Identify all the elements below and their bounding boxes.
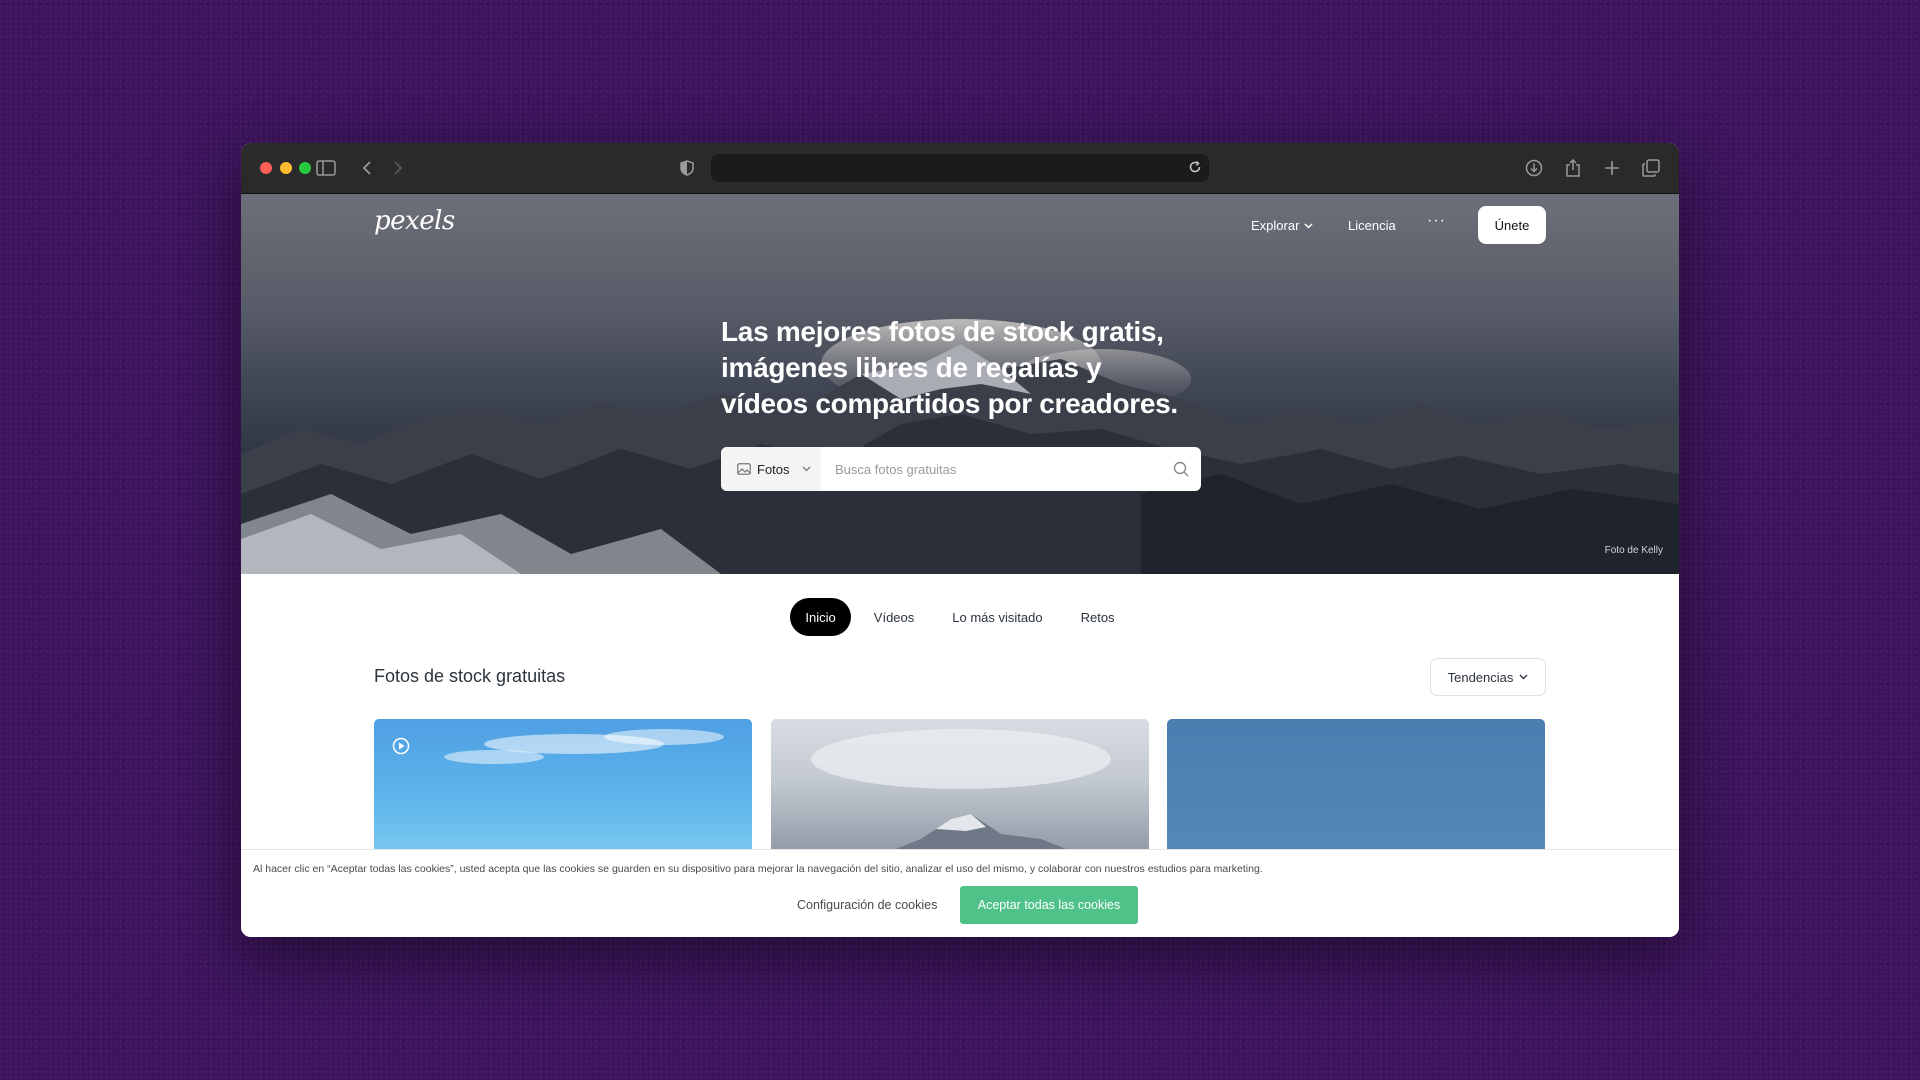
- minimize-window-button[interactable]: [280, 162, 292, 174]
- join-button[interactable]: Únete: [1478, 206, 1546, 244]
- reload-icon[interactable]: [1187, 159, 1203, 180]
- download-icon[interactable]: [1522, 156, 1546, 180]
- photo-card[interactable]: [1167, 719, 1545, 859]
- search-input[interactable]: [821, 460, 1161, 478]
- hero-banner: pexels Explorar Licencia ··· Únete Las m…: [241, 194, 1679, 574]
- accept-all-cookies-button[interactable]: Aceptar todas las cookies: [960, 886, 1138, 924]
- chevron-down-icon: [1304, 222, 1313, 229]
- more-menu-button[interactable]: ···: [1427, 212, 1446, 230]
- search-type-label: Fotos: [757, 461, 790, 477]
- tab-retos[interactable]: Retos: [1066, 598, 1130, 636]
- licencia-link[interactable]: Licencia: [1348, 218, 1396, 233]
- back-icon[interactable]: [355, 156, 379, 180]
- sidebar-icon[interactable]: [314, 156, 338, 180]
- sky-clouds-image: [444, 729, 724, 764]
- hero-title: Las mejores fotos de stock gratis, imáge…: [721, 316, 1178, 419]
- cookie-banner: Al hacer clic en “Aceptar todas las cook…: [241, 849, 1679, 937]
- tabs-overview-icon[interactable]: [1639, 156, 1663, 180]
- forward-icon[interactable]: [386, 156, 410, 180]
- tab-inicio[interactable]: Inicio: [790, 598, 851, 636]
- explorar-label: Explorar: [1251, 218, 1300, 233]
- image-icon: [737, 463, 751, 475]
- tab-lo-mas-visitado[interactable]: Lo más visitado: [937, 598, 1057, 636]
- photo-card[interactable]: [771, 719, 1149, 859]
- cookie-settings-link[interactable]: Configuración de cookies: [797, 898, 937, 912]
- content-tabs: Inicio Vídeos Lo más visitado Retos: [241, 598, 1679, 636]
- search-bar: Fotos: [721, 447, 1201, 491]
- browser-window: pexels Explorar Licencia ··· Únete Las m…: [241, 143, 1679, 937]
- close-window-button[interactable]: [260, 162, 272, 174]
- chevron-down-icon: [1519, 674, 1528, 680]
- shield-icon[interactable]: [675, 156, 699, 180]
- play-icon: [392, 737, 410, 760]
- tab-videos[interactable]: Vídeos: [859, 598, 929, 636]
- explorar-menu[interactable]: Explorar: [1251, 218, 1313, 233]
- zoom-window-button[interactable]: [299, 162, 311, 174]
- sort-dropdown[interactable]: Tendencias: [1430, 658, 1546, 696]
- pexels-logo[interactable]: pexels: [374, 206, 455, 236]
- share-icon[interactable]: [1561, 156, 1585, 180]
- sort-label: Tendencias: [1447, 669, 1514, 685]
- browser-toolbar: [241, 143, 1679, 194]
- search-icon[interactable]: [1161, 461, 1201, 477]
- photo-card[interactable]: [374, 719, 752, 859]
- chevron-down-icon: [802, 466, 810, 472]
- cookie-consent-text: Al hacer clic en “Aceptar todas las cook…: [253, 863, 1263, 875]
- section-title: Fotos de stock gratuitas: [374, 666, 566, 686]
- new-tab-icon[interactable]: [1600, 156, 1624, 180]
- search-type-dropdown[interactable]: Fotos: [721, 447, 821, 491]
- snowy-mountain-image: [811, 729, 1111, 859]
- address-bar[interactable]: [711, 154, 1209, 182]
- photo-credit-link[interactable]: Foto de Kelly: [1605, 545, 1663, 556]
